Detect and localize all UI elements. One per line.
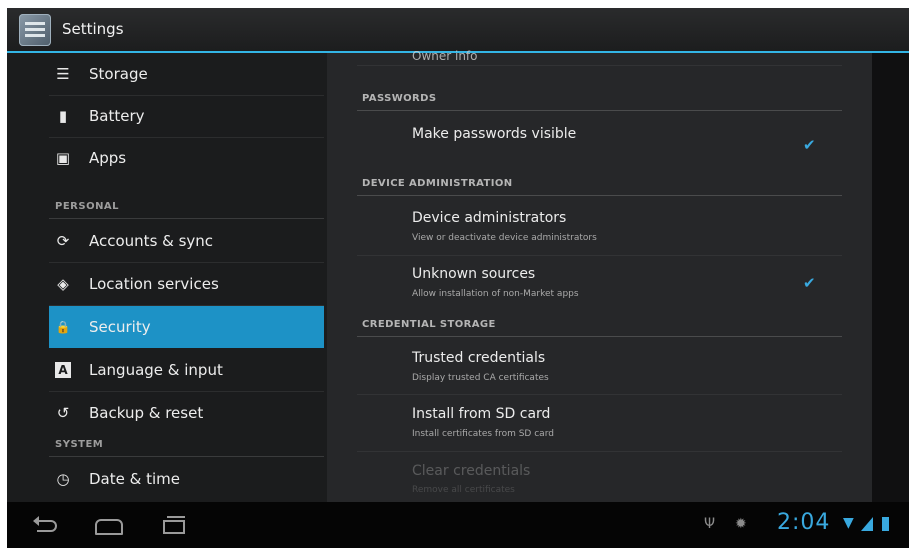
owner-info-item[interactable]: Owner info <box>412 49 478 63</box>
location-icon: ◈ <box>57 275 69 293</box>
sidebar-item-label: Backup & reset <box>89 404 204 422</box>
section-header-system: SYSTEM <box>55 439 104 450</box>
system-nav-bar: Ψ ✹ 2:04 ▼ <box>7 502 909 548</box>
android-debug-icon: ✹ <box>735 516 747 532</box>
panel-margin <box>872 53 909 502</box>
battery-status-icon <box>882 517 889 531</box>
make-passwords-visible-title[interactable]: Make passwords visible <box>412 126 576 142</box>
recent-apps-icon[interactable] <box>160 514 186 536</box>
section-header-credential-storage: CREDENTIAL STORAGE <box>362 319 496 330</box>
row-divider <box>357 255 842 256</box>
sidebar-item-label: Date & time <box>89 470 180 488</box>
sidebar-item-security[interactable]: 🔒 Security <box>49 306 324 348</box>
install-from-sd-card-subtitle: Install certificates from SD card <box>412 429 554 439</box>
section-header-personal: PERSONAL <box>55 201 120 212</box>
unknown-sources-title[interactable]: Unknown sources <box>412 266 535 282</box>
settings-category-list: ☰ Storage ▮ Battery ▣ Apps PERSONAL ⟳ Ac… <box>7 53 327 502</box>
section-header-device-administration: DEVICE ADMINISTRATION <box>362 178 513 189</box>
sidebar-item-label: Language & input <box>89 361 223 379</box>
section-divider <box>357 336 842 337</box>
sidebar-item-label: Security <box>89 318 151 336</box>
row-divider <box>357 394 842 395</box>
section-divider <box>49 456 324 457</box>
sidebar-item-location-services[interactable]: ◈ Location services <box>49 263 324 306</box>
device-administrators-title[interactable]: Device administrators <box>412 210 566 226</box>
sidebar-item-battery[interactable]: ▮ Battery <box>49 95 324 138</box>
sidebar-item-storage[interactable]: ☰ Storage <box>49 53 324 96</box>
section-divider <box>357 195 842 196</box>
install-from-sd-card-title[interactable]: Install from SD card <box>412 406 550 422</box>
wifi-icon: ▼ <box>843 515 854 531</box>
trusted-credentials-subtitle: Display trusted CA certificates <box>412 373 549 383</box>
section-header-passwords: PASSWORDS <box>362 93 437 104</box>
row-divider <box>357 451 842 452</box>
app-title: Settings <box>62 20 124 38</box>
trusted-credentials-title[interactable]: Trusted credentials <box>412 350 545 366</box>
sidebar-item-apps[interactable]: ▣ Apps <box>49 137 324 179</box>
sidebar-item-backup-reset[interactable]: ↺ Backup & reset <box>49 392 324 434</box>
apps-icon: ▣ <box>55 149 71 167</box>
sidebar-item-label: Battery <box>89 107 145 125</box>
sidebar-item-label: Accounts & sync <box>89 232 214 250</box>
sidebar-item-label: Storage <box>89 65 148 83</box>
clear-credentials-title[interactable]: Clear credentials <box>412 463 530 479</box>
status-clock: 2:04 <box>777 510 831 535</box>
clock-icon: ◷ <box>56 470 70 488</box>
row-divider <box>357 65 842 66</box>
signal-icon <box>861 517 873 531</box>
action-bar: Settings <box>7 8 909 53</box>
unknown-sources-subtitle: Allow installation of non-Market apps <box>412 289 579 299</box>
security-settings-panel: Owner info PASSWORDS Make passwords visi… <box>327 49 872 502</box>
tablet-screen: Settings ☰ Storage ▮ Battery ▣ Apps PERS… <box>7 8 909 548</box>
checkmark-icon[interactable]: ✔ <box>803 276 817 291</box>
sidebar-item-language-input[interactable]: A Language & input <box>49 349 324 392</box>
battery-icon: ▮ <box>58 107 68 125</box>
sidebar-item-label: Apps <box>89 149 127 167</box>
backup-icon: ↺ <box>56 404 70 422</box>
storage-icon: ☰ <box>56 65 70 83</box>
back-icon[interactable] <box>33 514 59 536</box>
settings-app-icon[interactable] <box>19 14 51 46</box>
sidebar-item-date-time[interactable]: ◷ Date & time <box>49 458 324 500</box>
checkmark-icon[interactable]: ✔ <box>803 138 817 153</box>
lock-icon: 🔒 <box>55 320 71 334</box>
home-icon[interactable] <box>93 514 123 536</box>
sync-icon: ⟳ <box>56 232 70 250</box>
section-divider <box>357 110 842 111</box>
sidebar-item-accounts-sync[interactable]: ⟳ Accounts & sync <box>49 220 324 263</box>
sidebar-item-label: Location services <box>89 275 219 293</box>
clear-credentials-subtitle: Remove all certificates <box>412 485 515 495</box>
device-administrators-subtitle: View or deactivate device administrators <box>412 233 597 243</box>
language-icon: A <box>55 362 71 378</box>
section-divider <box>49 218 324 219</box>
usb-icon: Ψ <box>704 516 716 532</box>
